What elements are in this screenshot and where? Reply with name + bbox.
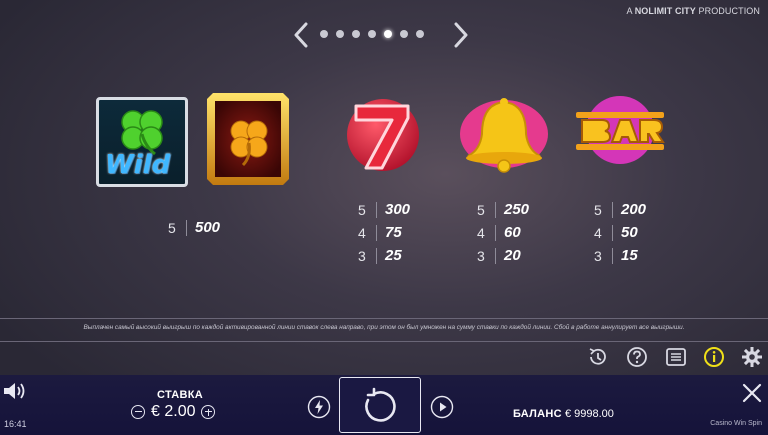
speaker-icon[interactable]: [2, 380, 28, 402]
wild-symbol: Wild: [96, 97, 188, 187]
seven-symbol: [342, 94, 424, 176]
page-dot[interactable]: [368, 30, 376, 38]
payout-value: 200: [621, 201, 647, 218]
divider: [495, 201, 496, 218]
casino-brand: Casino Win Spin: [710, 420, 762, 427]
paytable-seven: 5 300 4 75 3 25: [358, 198, 410, 267]
symbol-count: 3: [358, 247, 366, 264]
stake-label: СТАВКА: [157, 389, 204, 401]
divider: [376, 224, 377, 241]
divider: [376, 201, 377, 218]
balance-label: БАЛАНС: [513, 408, 562, 420]
divider: [612, 224, 613, 241]
stake-value: € 2.00: [151, 403, 196, 420]
rules-text: Выплачен самый высокий выигрыш по каждой…: [83, 324, 685, 331]
divider: [495, 247, 496, 264]
paytable-row: 5 300: [358, 198, 410, 221]
paytable-row: 3 15: [594, 244, 646, 267]
credit-suffix: PRODUCTION: [698, 6, 760, 16]
stake-increase-button[interactable]: [201, 405, 216, 419]
clover-icon: [121, 110, 163, 156]
autoplay-icon[interactable]: [430, 395, 454, 419]
page-dot[interactable]: [416, 30, 424, 38]
credit-prefix: A: [626, 6, 633, 16]
symbol-count: 4: [358, 224, 366, 241]
spin-icon: [365, 387, 396, 422]
wild-label: Wild: [105, 150, 171, 180]
paytable-row: 5 500: [168, 216, 220, 239]
bell-symbol: [456, 94, 552, 174]
payout-value: 250: [504, 201, 530, 218]
paytable-icon[interactable]: [665, 346, 687, 368]
page-dot[interactable]: [384, 30, 392, 38]
paytable-row: 4 50: [594, 221, 646, 244]
paytable-bar: 5 200 4 50 3 15: [594, 198, 646, 267]
payout-value: 300: [385, 201, 411, 218]
info-icon[interactable]: [703, 346, 725, 368]
symbol-count: 5: [594, 201, 602, 218]
close-icon[interactable]: [741, 382, 763, 404]
stake-control: € 2.00: [131, 403, 216, 421]
history-icon[interactable]: [587, 346, 609, 368]
balance-value: € 9998.00: [564, 408, 614, 420]
paytable-pager: [292, 22, 470, 48]
paytable-row: 3 25: [358, 244, 410, 267]
symbol-count: 5: [168, 219, 176, 236]
paytable-row: 5 200: [594, 198, 646, 221]
divider: [612, 201, 613, 218]
payout-value: 500: [195, 219, 221, 236]
stake-decrease-button[interactable]: [131, 405, 145, 419]
paytable-row: 4 75: [358, 221, 410, 244]
page-dot[interactable]: [400, 30, 408, 38]
symbol-count: 4: [477, 224, 485, 241]
paytable-row: 3 20: [477, 244, 529, 267]
divider: [376, 247, 377, 264]
gear-icon[interactable]: [741, 346, 763, 368]
payout-value: 15: [621, 247, 638, 264]
rules-bar: Выплачен самый высокий выигрыш по каждой…: [0, 318, 768, 342]
clock-time: 16:41: [4, 419, 27, 429]
arrow-left-icon[interactable]: [292, 22, 310, 48]
symbol-count: 3: [594, 247, 602, 264]
paytable-row: 4 60: [477, 221, 529, 244]
payout-value: 75: [385, 224, 402, 241]
spin-button[interactable]: [339, 377, 421, 433]
arrow-right-icon[interactable]: [452, 22, 470, 48]
credit-brand: NOLIMIT CITY: [634, 6, 696, 16]
page-dots: [320, 30, 424, 38]
symbol-count: 3: [477, 247, 485, 264]
symbol-count: 5: [358, 201, 366, 218]
symbol-count: 4: [594, 224, 602, 241]
balance: БАЛАНС € 9998.00: [513, 408, 614, 420]
page-dot[interactable]: [352, 30, 360, 38]
bar-symbol: [572, 94, 668, 166]
production-credit: A NOLIMIT CITY PRODUCTION: [626, 6, 760, 16]
paytable-row: 5 250: [477, 198, 529, 221]
payout-value: 60: [504, 224, 521, 241]
divider: [612, 247, 613, 264]
page-dot[interactable]: [320, 30, 328, 38]
clover-scatter-symbol: [203, 87, 293, 191]
divider: [495, 224, 496, 241]
bolt-icon[interactable]: [307, 395, 331, 419]
payout-value: 20: [504, 247, 521, 264]
paytable-clover: 5 500: [168, 216, 220, 239]
divider: [186, 219, 187, 236]
payout-value: 25: [385, 247, 402, 264]
page-dot[interactable]: [336, 30, 344, 38]
help-icon[interactable]: [626, 346, 648, 368]
payout-value: 50: [621, 224, 638, 241]
paytable-bell: 5 250 4 60 3 20: [477, 198, 529, 267]
symbol-count: 5: [477, 201, 485, 218]
